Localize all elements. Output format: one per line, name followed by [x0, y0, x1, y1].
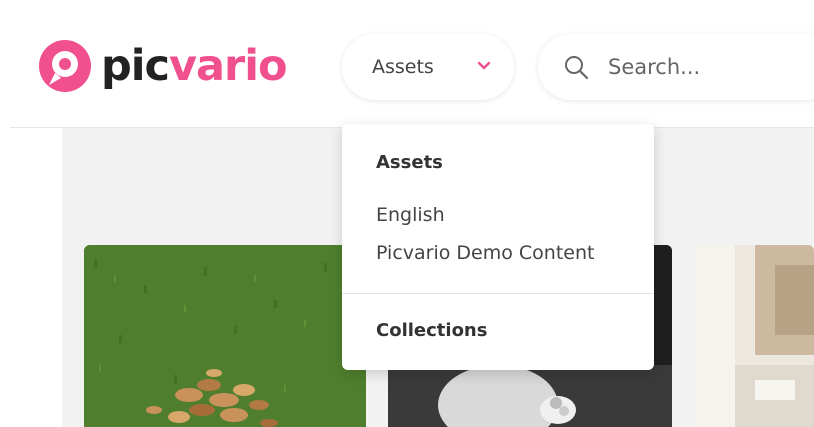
- search-bar[interactable]: [538, 34, 814, 100]
- dropdown-item-picvario-demo-content[interactable]: Picvario Demo Content: [376, 242, 594, 264]
- search-input[interactable]: [608, 50, 814, 84]
- dropdown-section-heading-collections[interactable]: Collections: [376, 320, 487, 341]
- assets-selector-label: Assets: [372, 56, 434, 78]
- assets-dropdown-menu: Assets English Picvario Demo Content Col…: [342, 124, 654, 370]
- picvario-logo[interactable]: picvario: [37, 38, 288, 94]
- logo-icon: [39, 40, 91, 92]
- chevron-down-icon: [477, 61, 491, 70]
- asset-card-3[interactable]: [695, 245, 814, 427]
- dropdown-section-heading-assets[interactable]: Assets: [376, 152, 443, 173]
- dropdown-divider: [342, 293, 654, 294]
- search-icon: [565, 56, 589, 80]
- logo-wordmark: picvario: [101, 41, 288, 91]
- asset-card-1[interactable]: [84, 245, 366, 427]
- top-header: picvario Assets: [0, 0, 814, 128]
- assets-selector-button[interactable]: Assets: [342, 34, 514, 100]
- asset-thumbnail: [84, 245, 366, 427]
- dropdown-item-english[interactable]: English: [376, 204, 445, 226]
- asset-thumbnail: [695, 245, 814, 427]
